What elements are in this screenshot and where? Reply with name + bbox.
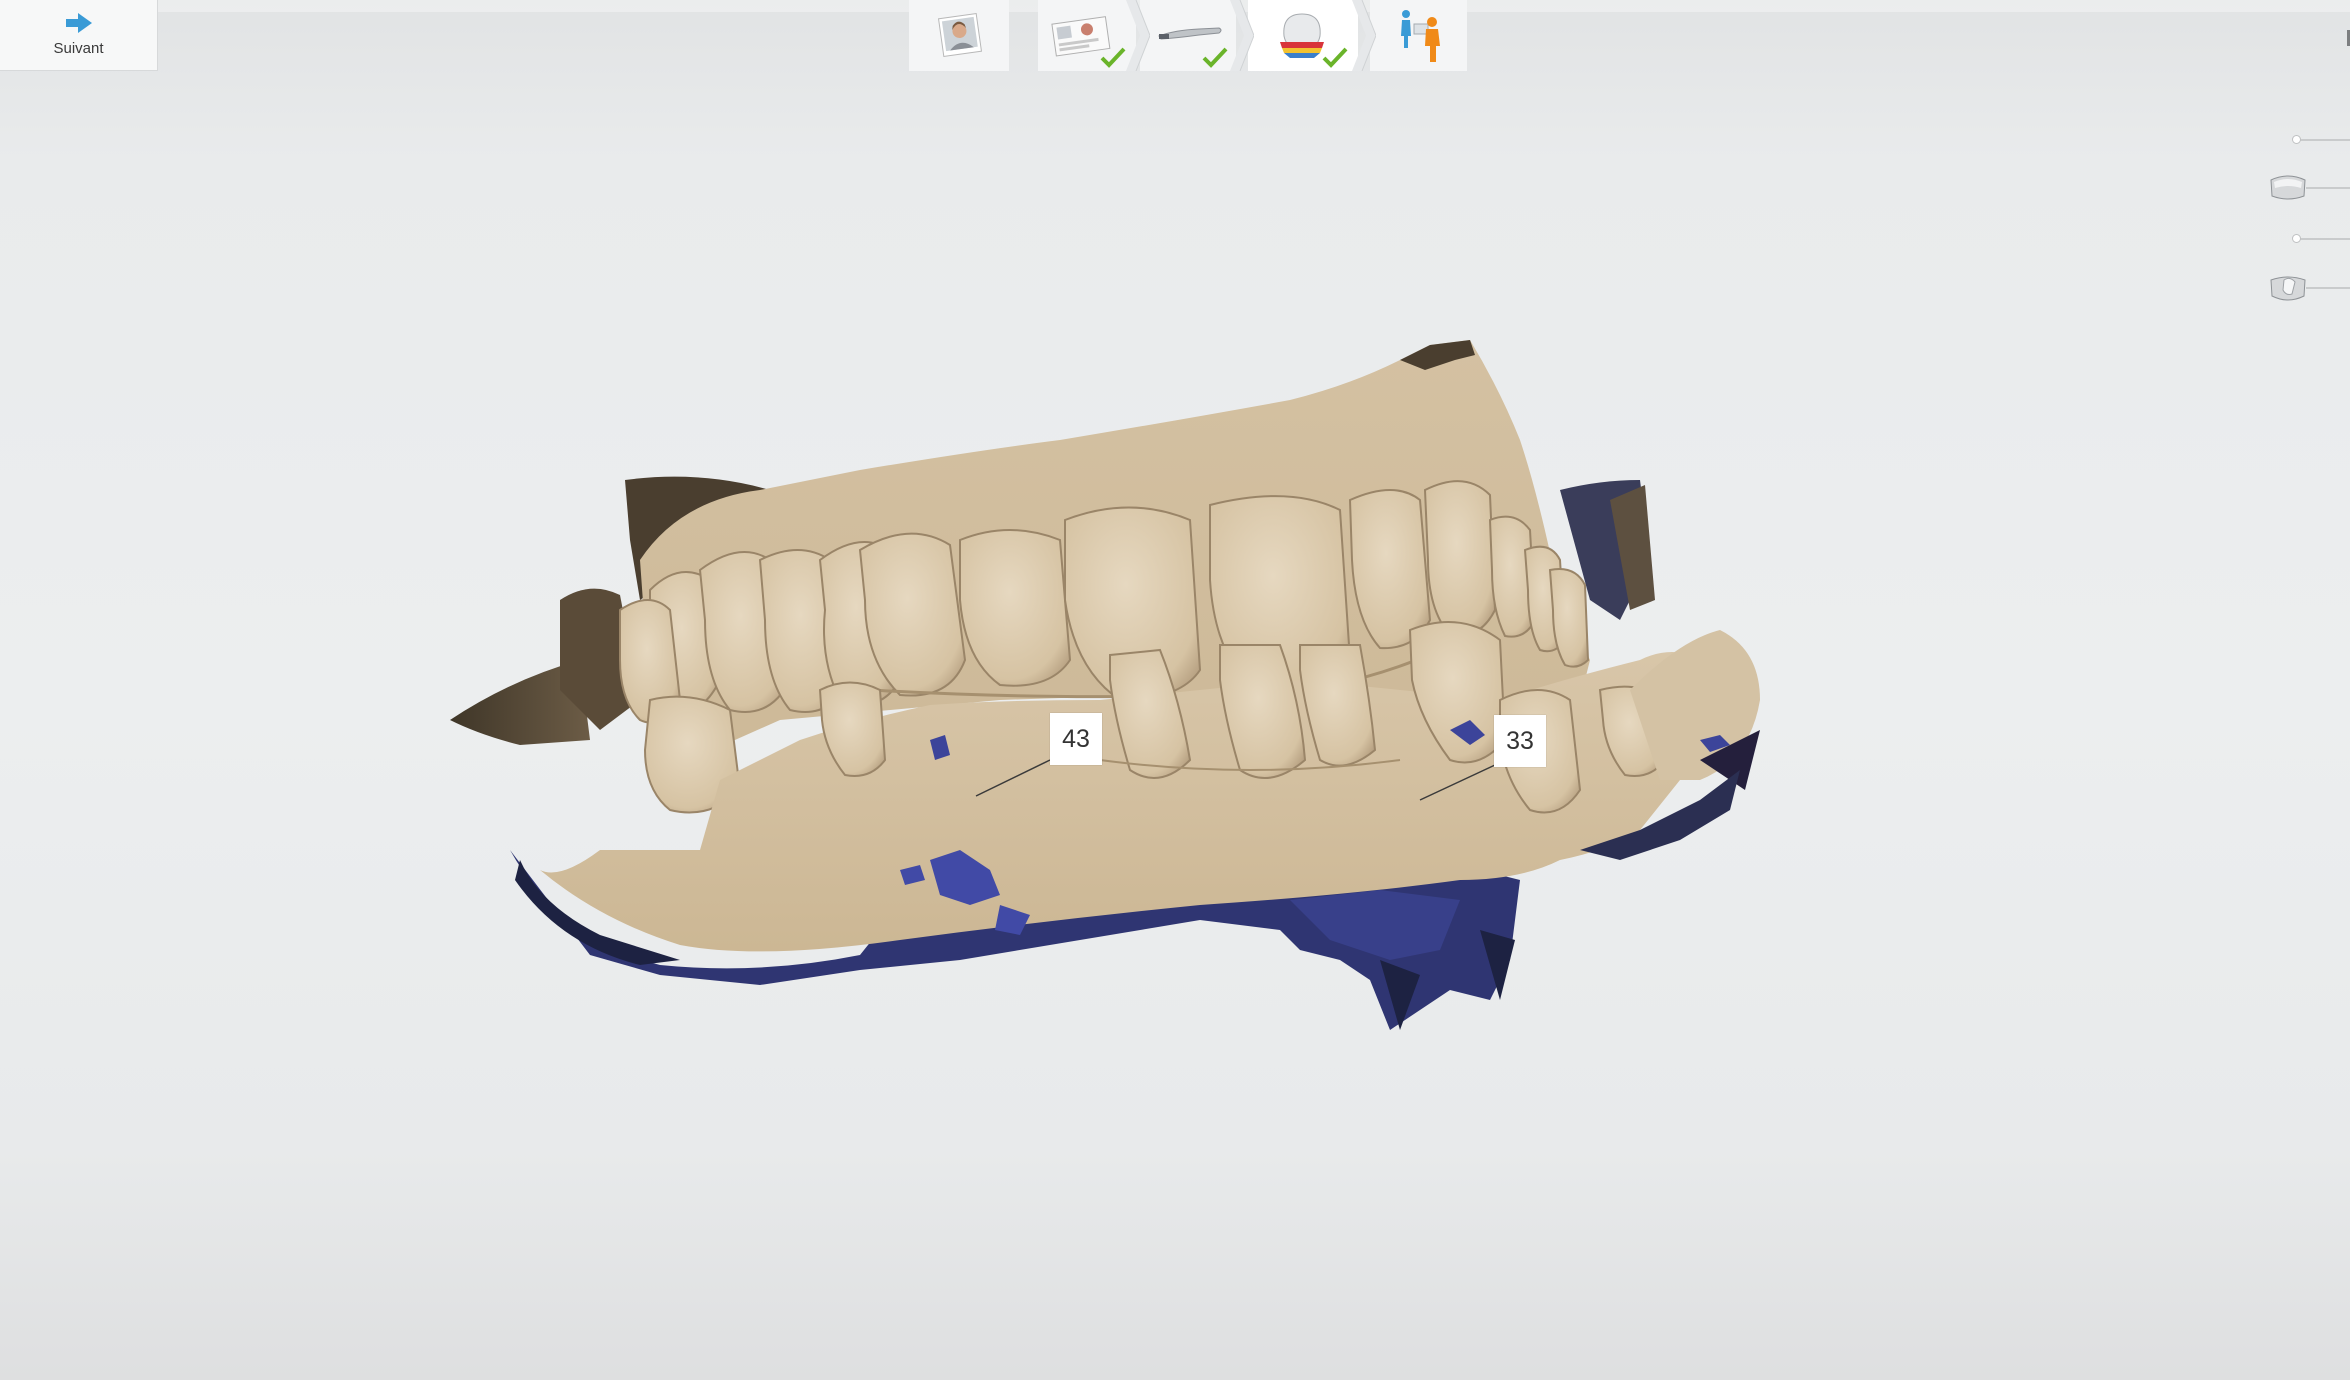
dental-scan-model: [450, 340, 1760, 1030]
check-icon: [1202, 47, 1228, 68]
workflow-step-patient[interactable]: [909, 0, 1009, 71]
workflow-separator: [1352, 0, 1376, 71]
workflow-step-scan[interactable]: [1140, 0, 1236, 71]
check-icon: [1322, 47, 1348, 68]
workflow-step-analyze[interactable]: [1248, 0, 1358, 71]
workflow-step-order-form[interactable]: [1038, 0, 1136, 71]
check-icon: [1100, 47, 1126, 68]
tooth-label-43: 43: [1050, 713, 1102, 765]
next-button[interactable]: Suivant: [0, 0, 158, 71]
next-label: Suivant: [53, 40, 104, 57]
3d-viewport[interactable]: 43 33: [0, 71, 2350, 1380]
patient-photo-icon: [937, 12, 983, 58]
tooth-label-33: 33: [1494, 715, 1546, 767]
arrow-right-icon: [65, 13, 92, 33]
scanner-icon: [1158, 27, 1222, 40]
workflow-separator: [1126, 0, 1150, 71]
send-to-lab-icon: [1401, 10, 1440, 62]
workflow-separator: [1230, 0, 1254, 71]
workflow-step-send[interactable]: [1370, 0, 1467, 71]
